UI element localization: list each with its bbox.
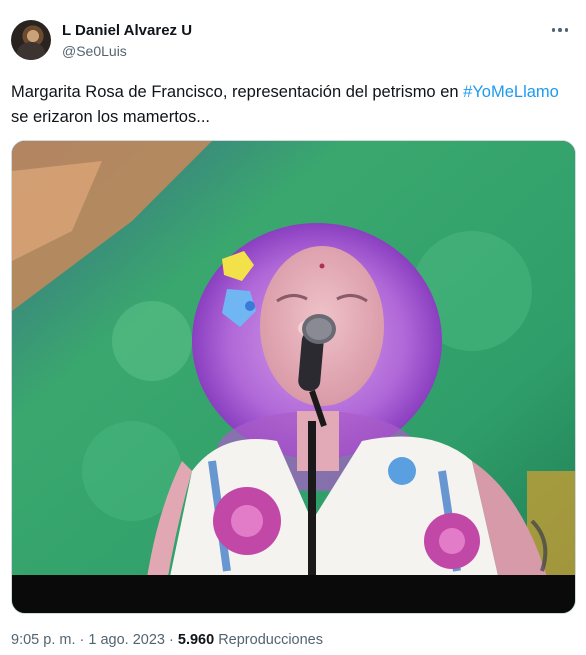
tweet-date[interactable]: 1 ago. 2023 — [88, 632, 165, 648]
hashtag-link[interactable]: #YoMeLlamo — [463, 83, 559, 101]
meta-separator: · — [164, 632, 178, 648]
tweet-meta: 9:05 p. m. · 1 ago. 2023 · 5.960 Reprodu… — [11, 632, 323, 648]
tweet-text-end: se erizaron los mamertos... — [11, 108, 210, 126]
video-frame — [12, 141, 575, 613]
view-count: 5.960 — [177, 632, 215, 648]
tweet-text-start: Margarita Rosa de Francisco, representac… — [11, 83, 464, 101]
tweet-time[interactable]: 9:05 p. m. — [11, 632, 75, 648]
author-name[interactable]: L Daniel Alvarez U — [62, 22, 192, 39]
author-handle[interactable]: @Se0Luis — [62, 43, 127, 59]
more-icon[interactable] — [548, 20, 572, 40]
meta-separator: · — [75, 632, 89, 648]
avatar[interactable] — [11, 20, 51, 60]
tweet-video[interactable] — [11, 140, 576, 614]
tweet-text: Margarita Rosa de Francisco, representac… — [11, 80, 571, 130]
views-label: Reproducciones — [214, 632, 323, 648]
tweet: L Daniel Alvarez U @Se0Luis Margarita Ro… — [0, 0, 586, 655]
